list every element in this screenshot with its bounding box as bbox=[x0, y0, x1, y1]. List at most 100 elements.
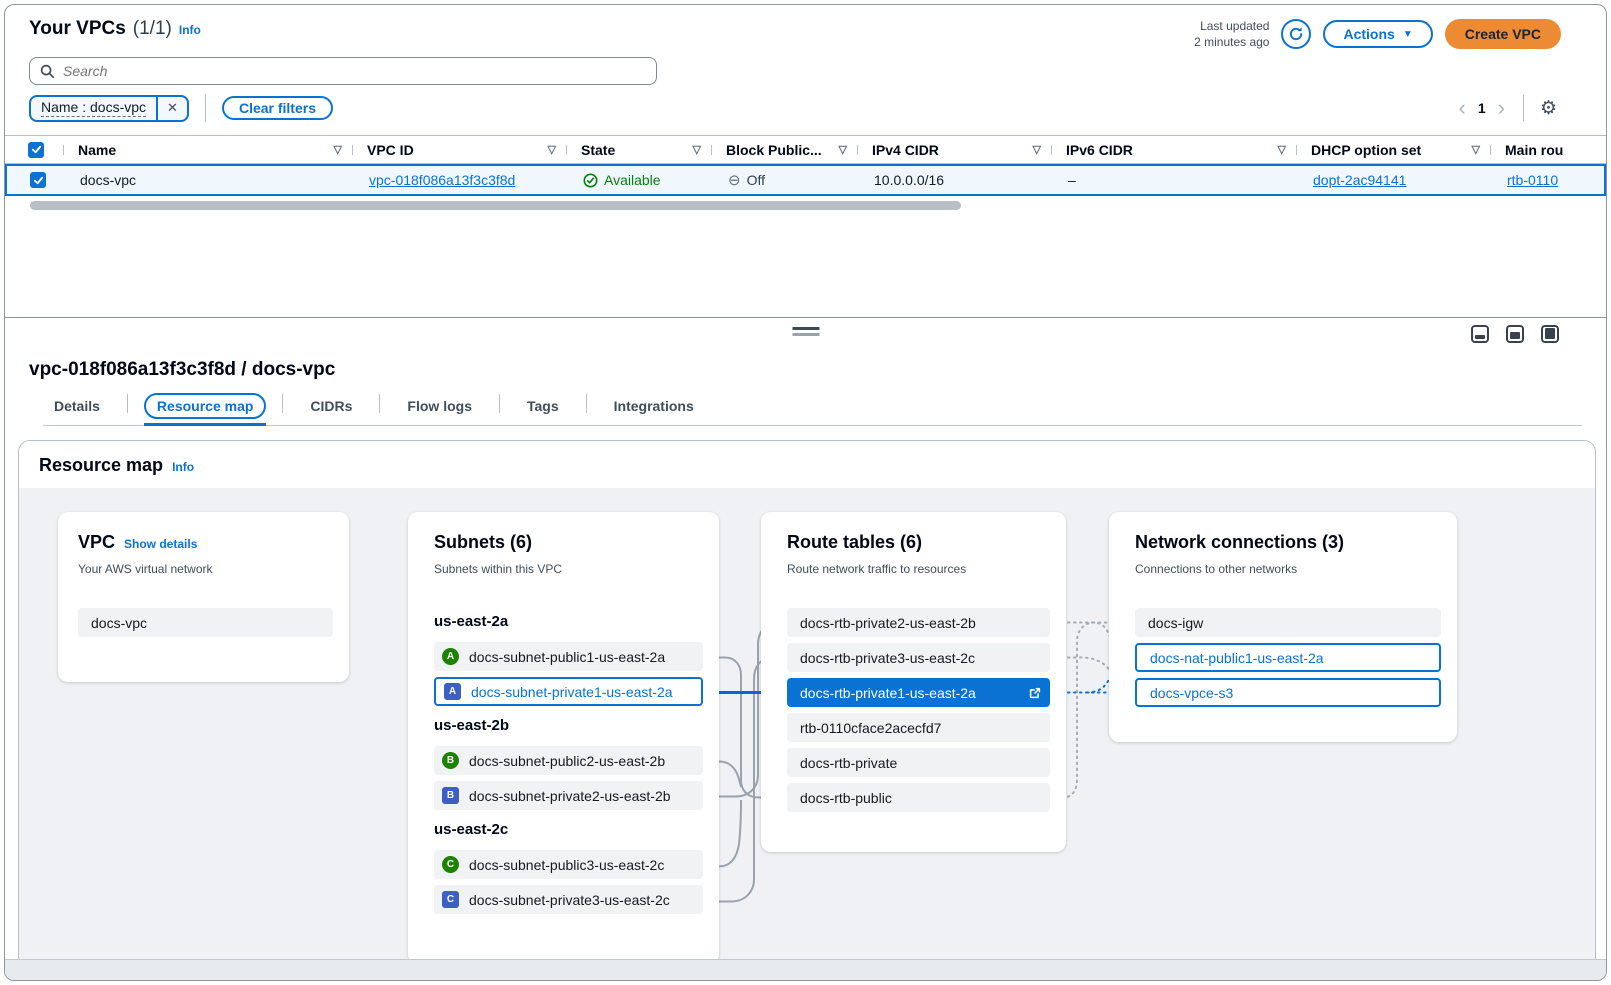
page-count: (1/1) bbox=[133, 18, 172, 40]
tab-resource-map[interactable]: Resource map bbox=[144, 391, 266, 425]
filter-icon[interactable]: ▽ bbox=[548, 143, 556, 156]
network-connection-node-highlighted[interactable]: docs-vpce-s3 bbox=[1135, 678, 1441, 707]
filter-icon[interactable]: ▽ bbox=[1033, 143, 1041, 156]
vpc-column: VPC Show details Your AWS virtual networ… bbox=[58, 512, 349, 682]
previous-page-button[interactable]: ‹ bbox=[1457, 97, 1468, 119]
vpc-node[interactable]: docs-vpc bbox=[78, 608, 333, 637]
status-badge: Available bbox=[583, 172, 661, 188]
vpc-id-link[interactable]: vpc-018f086a13f3c3f8d bbox=[369, 172, 515, 188]
info-link[interactable]: Info bbox=[179, 23, 201, 37]
public-subnet-badge: A bbox=[442, 648, 459, 665]
subnet-node-selected[interactable]: A docs-subnet-private1-us-east-2a bbox=[434, 677, 703, 706]
column-header-vpc-id[interactable]: VPC ID▽ bbox=[352, 142, 566, 158]
create-vpc-button[interactable]: Create VPC bbox=[1445, 19, 1561, 49]
search-input[interactable] bbox=[63, 63, 646, 79]
detail-tabs: Details Resource map CIDRs Flow logs Tag… bbox=[43, 391, 1582, 426]
row-checkbox[interactable] bbox=[30, 172, 46, 188]
dhcp-option-set-link[interactable]: dopt-2ac94141 bbox=[1313, 172, 1406, 188]
detail-panel-title: vpc-018f086a13f3c3f8d / docs-vpc bbox=[5, 350, 1606, 381]
bottom-scroll-strip bbox=[5, 959, 1606, 980]
subnet-node[interactable]: A docs-subnet-public1-us-east-2a bbox=[434, 642, 703, 671]
remove-filter-button[interactable]: ✕ bbox=[156, 97, 187, 120]
subnet-node[interactable]: B docs-subnet-private2-us-east-2b bbox=[434, 781, 703, 810]
tab-tags[interactable]: Tags bbox=[516, 391, 570, 425]
filter-token-label[interactable]: Name : docs-vpc bbox=[31, 97, 156, 120]
column-header-dhcp-option-set[interactable]: DHCP option set▽ bbox=[1296, 142, 1490, 158]
horizontal-scrollbar[interactable] bbox=[30, 201, 961, 210]
chevron-down-icon: ▼ bbox=[1403, 29, 1413, 40]
tab-flow-logs[interactable]: Flow logs bbox=[396, 391, 483, 425]
tab-cidrs[interactable]: CIDRs bbox=[299, 391, 363, 425]
resource-map-container: Resource map Info bbox=[18, 440, 1596, 973]
subnet-node[interactable]: B docs-subnet-public2-us-east-2b bbox=[434, 746, 703, 775]
panel-size-full-icon[interactable] bbox=[1541, 325, 1559, 343]
column-header-ipv6-cidr[interactable]: IPv6 CIDR▽ bbox=[1051, 142, 1296, 158]
az-group-header: us-east-2b bbox=[434, 717, 703, 737]
last-updated-label: Last updated 2 minutes ago bbox=[1194, 18, 1269, 50]
az-group-header: us-east-2a bbox=[434, 613, 703, 633]
route-table-node[interactable]: docs-rtb-private bbox=[787, 748, 1050, 777]
block-public-value: ⊖ Off bbox=[728, 171, 765, 189]
route-table-node[interactable]: docs-rtb-private3-us-east-2c bbox=[787, 643, 1050, 672]
network-connections-column: Network connections (3) Connections to o… bbox=[1109, 512, 1457, 742]
filter-icon[interactable]: ▽ bbox=[334, 143, 342, 156]
private-subnet-badge: C bbox=[442, 891, 459, 908]
tab-details[interactable]: Details bbox=[43, 391, 111, 425]
table-row[interactable]: docs-vpc vpc-018f086a13f3c3f8d Available… bbox=[5, 164, 1606, 196]
column-header-main-route-table[interactable]: Main rou bbox=[1490, 142, 1606, 158]
filter-icon[interactable]: ▽ bbox=[1278, 143, 1286, 156]
resource-map-title: Resource map bbox=[39, 455, 163, 476]
network-connection-node-highlighted[interactable]: docs-nat-public1-us-east-2a bbox=[1135, 643, 1441, 672]
route-table-node[interactable]: docs-rtb-private2-us-east-2b bbox=[787, 608, 1050, 637]
page-number: 1 bbox=[1478, 100, 1486, 116]
vpc-table: Name▽ VPC ID▽ State▽ Block Public...▽ IP… bbox=[5, 135, 1606, 210]
column-header-block-public[interactable]: Block Public...▽ bbox=[711, 142, 857, 158]
route-table-node[interactable]: rtb-0110cface2acecfd7 bbox=[787, 713, 1050, 742]
next-page-button[interactable]: › bbox=[1496, 97, 1507, 119]
resource-map-canvas: VPC Show details Your AWS virtual networ… bbox=[19, 488, 1595, 966]
clear-filters-button[interactable]: Clear filters bbox=[222, 96, 333, 120]
column-header-ipv4-cidr[interactable]: IPv4 CIDR▽ bbox=[857, 142, 1051, 158]
divider bbox=[586, 394, 587, 413]
console-window: Your VPCs (1/1) Info Last updated 2 minu… bbox=[4, 4, 1607, 981]
column-header-name[interactable]: Name▽ bbox=[63, 142, 352, 158]
refresh-icon bbox=[1288, 26, 1304, 42]
external-link-icon[interactable] bbox=[1028, 686, 1042, 700]
column-header-state[interactable]: State▽ bbox=[566, 142, 711, 158]
refresh-button[interactable] bbox=[1281, 19, 1311, 49]
search-box[interactable] bbox=[29, 57, 657, 85]
split-panel-bar bbox=[5, 317, 1606, 350]
tab-integrations[interactable]: Integrations bbox=[603, 391, 705, 425]
private-subnet-badge: A bbox=[444, 683, 461, 700]
cell-name: docs-vpc bbox=[65, 172, 354, 188]
main-route-table-link[interactable]: rtb-0110 bbox=[1507, 172, 1558, 188]
select-all-checkbox[interactable] bbox=[28, 142, 44, 158]
panel-size-medium-icon[interactable] bbox=[1506, 325, 1524, 343]
check-circle-icon bbox=[583, 173, 598, 188]
vpc-column-title: VPC bbox=[78, 532, 115, 553]
subnet-node[interactable]: C docs-subnet-private3-us-east-2c bbox=[434, 885, 703, 914]
resize-drag-handle[interactable] bbox=[792, 327, 819, 339]
preferences-gear-icon[interactable]: ⚙ bbox=[1540, 97, 1557, 120]
route-table-node-selected[interactable]: docs-rtb-private1-us-east-2a bbox=[787, 678, 1050, 707]
network-connection-node[interactable]: docs-igw bbox=[1135, 608, 1441, 637]
actions-button[interactable]: Actions ▼ bbox=[1323, 20, 1432, 48]
vpc-column-subtitle: Your AWS virtual network bbox=[78, 562, 333, 578]
subnet-node[interactable]: C docs-subnet-public3-us-east-2c bbox=[434, 850, 703, 879]
filter-icon[interactable]: ▽ bbox=[839, 143, 847, 156]
public-subnet-badge: B bbox=[442, 752, 459, 769]
divider bbox=[205, 94, 206, 122]
divider bbox=[499, 394, 500, 413]
close-icon: ✕ bbox=[167, 100, 178, 116]
show-details-link[interactable]: Show details bbox=[124, 537, 197, 551]
filter-icon[interactable]: ▽ bbox=[1472, 143, 1480, 156]
subnets-column-title: Subnets (6) bbox=[434, 532, 532, 553]
table-header-row: Name▽ VPC ID▽ State▽ Block Public...▽ IP… bbox=[5, 135, 1606, 164]
filter-token: Name : docs-vpc ✕ bbox=[29, 95, 189, 122]
subnets-column-subtitle: Subnets within this VPC bbox=[434, 562, 703, 578]
filter-icon[interactable]: ▽ bbox=[693, 143, 701, 156]
info-link[interactable]: Info bbox=[172, 460, 194, 474]
panel-size-small-icon[interactable] bbox=[1471, 325, 1489, 343]
route-table-node[interactable]: docs-rtb-public bbox=[787, 783, 1050, 812]
route-tables-column-title: Route tables (6) bbox=[787, 532, 922, 553]
